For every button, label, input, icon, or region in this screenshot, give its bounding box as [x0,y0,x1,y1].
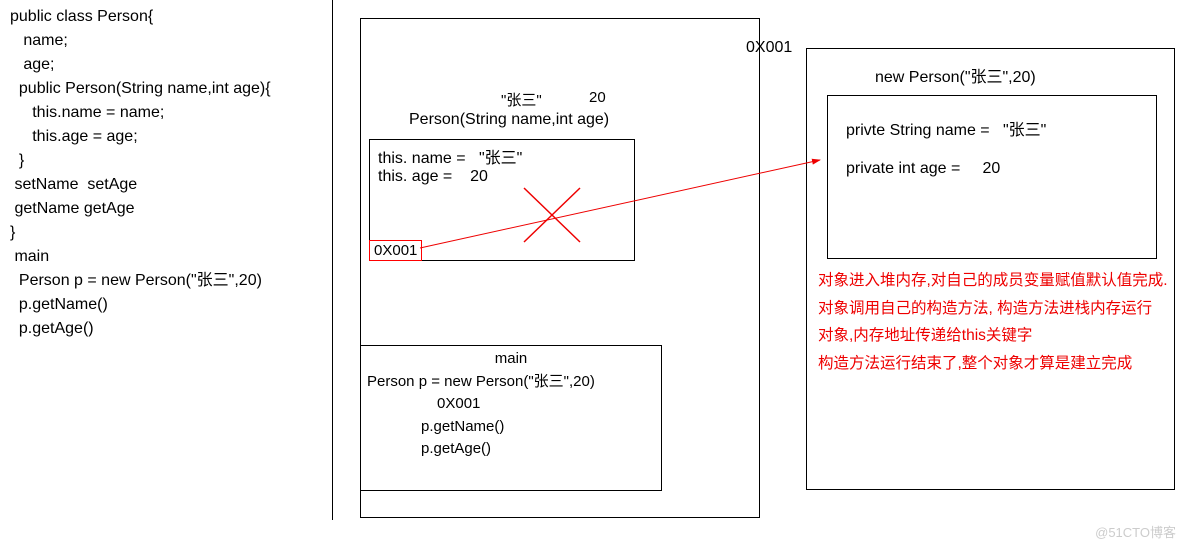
heap-memory-region: new Person("张三",20) privte String name =… [806,48,1175,490]
code-line: setName setAge [10,173,320,197]
note-line: 对象进入堆内存,对自己的成员变量赋值默认值完成. [818,270,1172,292]
frame-line: 0X001 [367,393,655,416]
cross-icon [520,184,590,250]
code-line: this.name = name; [10,101,320,125]
watermark: @51CTO博客 [1095,522,1176,541]
arg-label: "张三" [501,89,542,110]
arg-label: 20 [589,89,606,106]
note-line: 对象调用自己的构造方法, 构造方法进栈内存运行 [818,298,1172,320]
explanation-notes: 对象进入堆内存,对自己的成员变量赋值默认值完成. 对象调用自己的构造方法, 构造… [818,270,1172,381]
frame-line: p.getAge() [367,438,655,461]
code-line: p.getAge() [10,317,320,341]
code-line: age; [10,53,320,77]
code-line: p.getName() [10,293,320,317]
main-stack-frame: main Person p = new Person("张三",20) 0X00… [360,345,662,491]
code-line: name; [10,29,320,53]
code-line: this.age = age; [10,125,320,149]
code-line: public class Person{ [10,5,320,29]
note-line: 对象,内存地址传递给this关键字 [818,325,1172,347]
field-line: private int age = 20 [846,150,1138,188]
code-line: getName getAge [10,197,320,221]
this-address-box: 0X001 [369,240,422,261]
frame-line: Person p = new Person("张三",20) [367,371,655,394]
field-line: privte String name = "张三" [846,112,1138,150]
code-line: main [10,245,320,269]
source-code-panel: public class Person{ name; age; public P… [10,5,320,341]
main-header: main [367,348,655,371]
code-line: public Person(String name,int age){ [10,77,320,101]
vertical-divider [332,0,333,520]
frame-line: this. name = "张三" [378,144,626,168]
heap-object-box: privte String name = "张三" private int ag… [827,95,1157,259]
frame-line: p.getName() [367,416,655,439]
code-line: } [10,149,320,173]
constructor-stack-frame: this. name = "张三" this. age = 20 0X001 [369,139,635,261]
note-line: 构造方法运行结束了,整个对象才算是建立完成 [818,353,1172,375]
new-expression: new Person("张三",20) [875,63,1036,87]
heap-address-label: 0X001 [746,39,792,57]
code-line: Person p = new Person("张三",20) [10,269,320,293]
constructor-header: Person(String name,int age) [409,111,609,129]
stack-memory-region: "张三" 20 Person(String name,int age) this… [360,18,760,518]
code-line: } [10,221,320,245]
